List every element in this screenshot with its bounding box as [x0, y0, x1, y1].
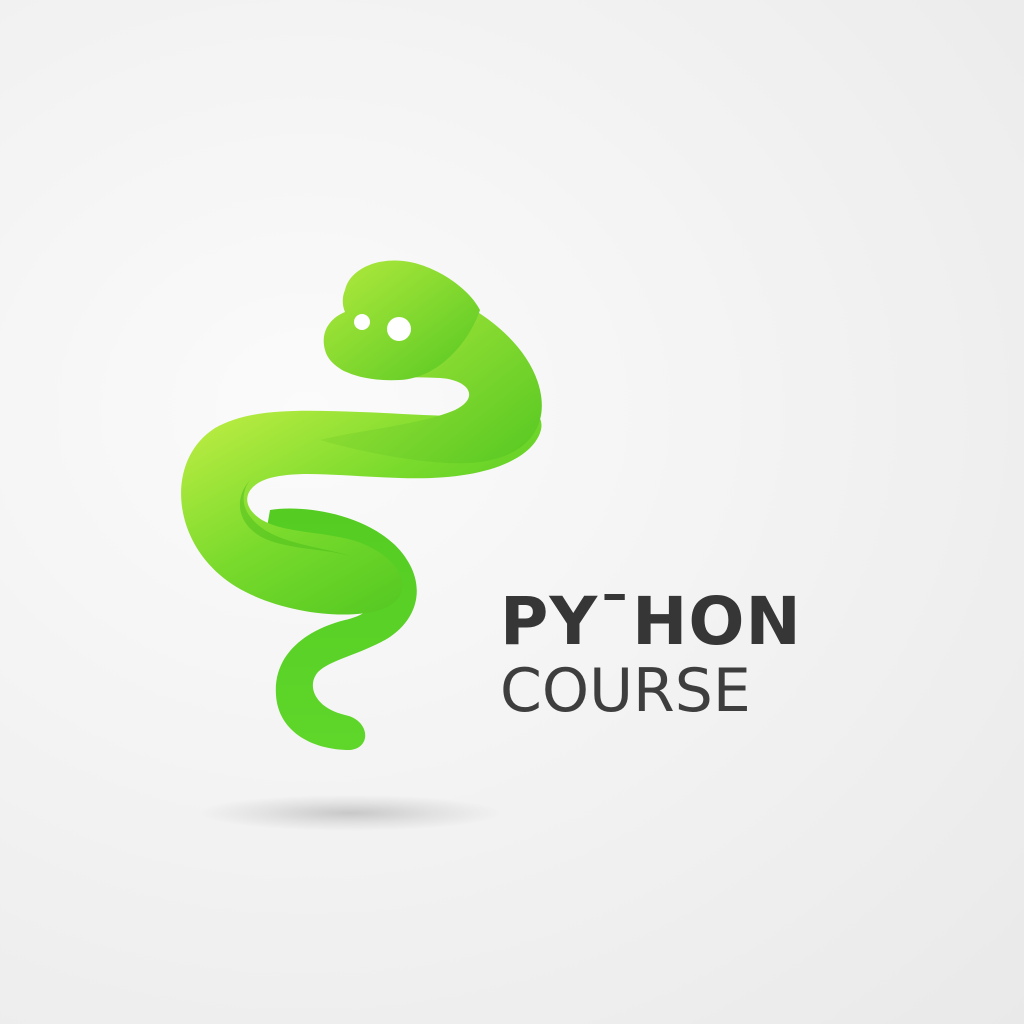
ground-shadow	[200, 795, 500, 831]
snake-eye-left	[354, 314, 370, 330]
logo-composition: PYˉHON COURSE	[0, 0, 1024, 1024]
logo-subtitle: COURSE	[500, 656, 751, 726]
snake-eye-right	[387, 317, 411, 341]
logo-title: PYˉHON	[500, 583, 802, 660]
wordmark: PYˉHON COURSE	[500, 583, 920, 726]
